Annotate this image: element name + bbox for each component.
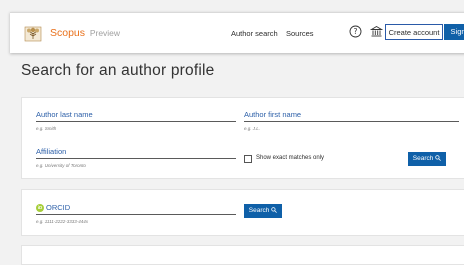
- orcid-hint: e.g. 1111-2222-3333-444x: [36, 219, 89, 224]
- author-search-button[interactable]: Search: [408, 152, 446, 166]
- affiliation-label: Affiliation: [36, 147, 67, 156]
- orcid-label: ORCID: [46, 203, 71, 212]
- orcid-search-button-label: Search: [248, 207, 270, 214]
- help-icon[interactable]: ?: [349, 25, 362, 38]
- affiliation-input[interactable]: [36, 158, 236, 159]
- last-name-hint: e.g. Smith: [36, 126, 57, 131]
- author-search-button-label: Search: [412, 155, 434, 162]
- first-name-label: Author first name: [244, 110, 302, 119]
- orcid-search-button[interactable]: Search: [244, 204, 282, 218]
- first-name-input[interactable]: [244, 121, 459, 122]
- nav-author-search[interactable]: Author search: [231, 29, 278, 38]
- brand-suffix: Preview: [89, 28, 121, 38]
- exact-matches-checkbox[interactable]: [244, 155, 252, 163]
- brand-logo[interactable]: Scopus Preview: [50, 27, 120, 39]
- magnifier-icon: [435, 155, 442, 161]
- last-name-input[interactable]: [36, 121, 236, 122]
- top-navigation-bar: Scopus Preview Author search Sources ? C…: [10, 12, 464, 53]
- orcid-search-card: iD ORCID e.g. 1111-2222-3333-444x Search: [21, 189, 464, 236]
- first-name-hint: e.g. J.L.: [244, 126, 261, 131]
- elsevier-tree-logo-icon: [24, 26, 42, 42]
- brand-name: Scopus: [50, 27, 86, 39]
- institution-icon[interactable]: [370, 25, 383, 38]
- sign-in-button[interactable]: Sign in: [444, 24, 464, 40]
- orcid-icon: iD: [36, 204, 44, 212]
- nav-sources[interactable]: Sources: [286, 29, 314, 38]
- orcid-input[interactable]: [36, 214, 236, 215]
- page-title: Search for an author profile: [21, 62, 215, 79]
- svg-text:?: ?: [354, 27, 358, 36]
- additional-card: [21, 245, 464, 265]
- affiliation-hint: e.g. University of Toronto: [36, 163, 86, 168]
- author-search-card: Author last name e.g. Smith Author first…: [21, 97, 464, 179]
- last-name-label: Author last name: [36, 110, 93, 119]
- magnifier-icon: [271, 207, 278, 213]
- create-account-button[interactable]: Create account: [385, 24, 443, 40]
- exact-matches-label: Show exact matches only: [256, 155, 325, 161]
